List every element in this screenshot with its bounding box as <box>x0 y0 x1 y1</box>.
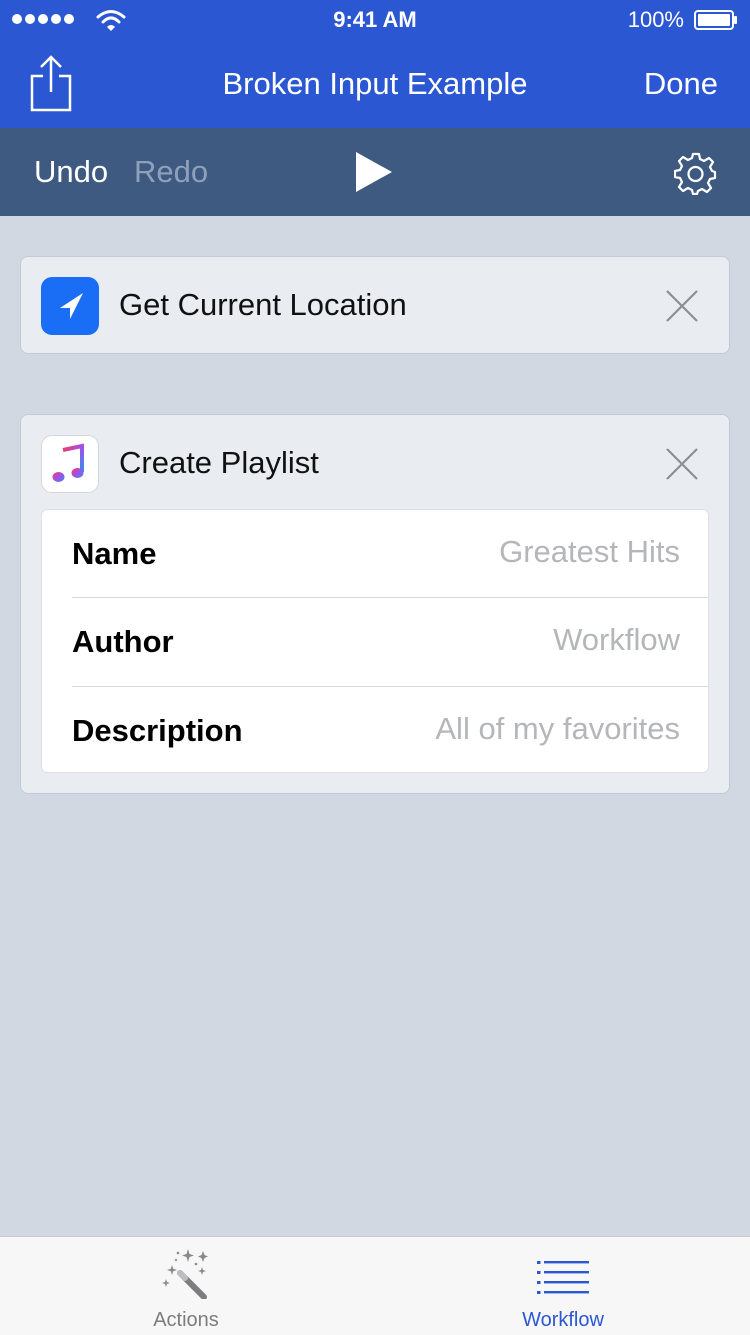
tab-bar: Actions Workflow <box>0 1236 750 1335</box>
parameter-label: Name <box>72 536 157 571</box>
redo-button[interactable]: Redo <box>134 154 208 190</box>
action-title: Create Playlist <box>119 445 319 480</box>
parameter-label: Author <box>72 624 174 659</box>
location-arrow-icon <box>41 277 99 335</box>
play-icon[interactable] <box>354 150 394 194</box>
parameters-list: Name Author Description <box>41 509 709 773</box>
action-card-create-playlist[interactable]: Create Playlist Name Author Description <box>20 414 730 794</box>
action-title: Get Current Location <box>119 287 407 322</box>
parameter-row-author: Author <box>42 598 710 686</box>
tab-workflow[interactable]: Workflow <box>463 1237 663 1335</box>
parameter-row-description: Description <box>42 687 710 775</box>
author-field[interactable] <box>320 620 680 660</box>
tab-label: Workflow <box>522 1309 604 1331</box>
close-icon[interactable] <box>665 289 699 323</box>
done-button[interactable]: Done <box>644 66 718 102</box>
editor-toolbar: Undo Redo <box>0 128 750 216</box>
tab-actions[interactable]: Actions <box>86 1237 286 1335</box>
music-note-icon <box>41 435 99 493</box>
gear-icon[interactable] <box>674 151 718 195</box>
tab-label: Actions <box>153 1309 219 1331</box>
navigation-bar: Broken Input Example Done <box>0 40 750 128</box>
undo-button[interactable]: Undo <box>34 154 108 190</box>
battery-icon <box>694 10 737 30</box>
list-icon <box>537 1261 589 1294</box>
status-bar: 9:41 AM 100% <box>0 0 750 40</box>
page-title: Broken Input Example <box>222 66 528 101</box>
magic-wand-icon <box>162 1249 208 1299</box>
description-field[interactable] <box>320 709 680 749</box>
battery-percentage: 100% <box>627 7 684 32</box>
action-card-get-current-location[interactable]: Get Current Location <box>20 256 730 354</box>
parameter-row-name: Name <box>42 510 710 598</box>
parameter-label: Description <box>72 713 243 748</box>
close-icon[interactable] <box>665 447 699 481</box>
name-field[interactable] <box>320 532 680 572</box>
